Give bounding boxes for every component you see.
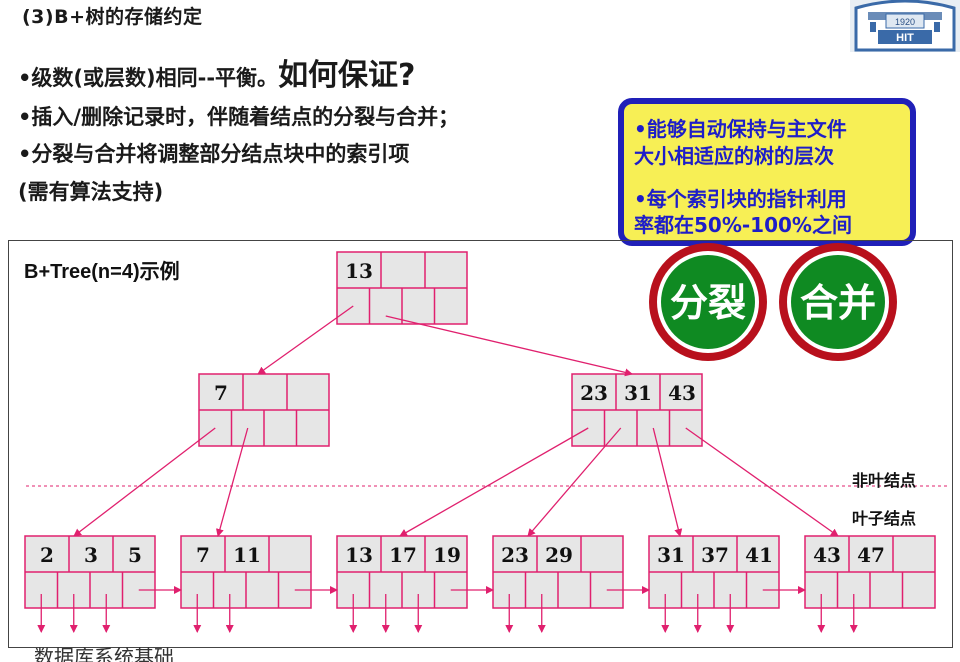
pointer-arrow [399,427,589,537]
node-key: 13 [345,259,373,283]
pointer-arrow [385,315,633,377]
merge-button[interactable]: 合并 [779,243,897,361]
node-leaf-6: 43 47 [804,535,936,609]
node-leaf-5: 31 37 41 [648,535,780,609]
node-inner-left: 7 [198,373,330,447]
diagram-title: B+Tree(n=4)示例 [24,259,180,283]
node-key: 7 [214,381,228,405]
node-key: 41 [745,543,773,567]
node-key: 31 [657,543,685,567]
footer-text: 数据库系统基础 [34,645,174,662]
pointer-arrow [257,305,354,375]
node-leaf-1: 2 3 5 [24,535,156,609]
node-key: 17 [389,543,417,567]
label-leaf: 叶子结点 [852,509,916,528]
node-key: 5 [128,543,142,567]
node-key: 37 [701,543,729,567]
node-key: 7 [196,543,210,567]
split-button[interactable]: 分裂 [649,243,767,361]
node-leaf-3: 13 17 19 [336,535,468,609]
node-key: 23 [501,543,529,567]
node-key: 47 [857,543,885,567]
pointer-arrow [73,427,216,537]
node-leaf-2: 7 11 [180,535,312,609]
node-key: 2 [40,543,54,567]
merge-button-label: 合并 [800,281,876,325]
node-key: 31 [624,381,652,405]
node-root: 13 [336,251,468,325]
node-key: 19 [433,543,461,567]
label-nonleaf: 非叶结点 [852,471,916,490]
node-key: 23 [580,381,608,405]
btree-diagram: B+Tree(n=4)示例 非叶结点 叶子结点 137 23 31 432 3 5 7 11 1… [24,243,948,633]
node-key: 13 [345,543,373,567]
node-key: 3 [84,543,98,567]
node-key: 29 [545,543,573,567]
node-inner-right: 23 31 43 [571,373,703,447]
node-key: 43 [813,543,841,567]
node-key: 11 [233,543,261,567]
pointer-arrow [685,427,839,537]
split-button-label: 分裂 [670,281,746,325]
node-key: 43 [668,381,696,405]
node-leaf-4: 23 29 [492,535,624,609]
